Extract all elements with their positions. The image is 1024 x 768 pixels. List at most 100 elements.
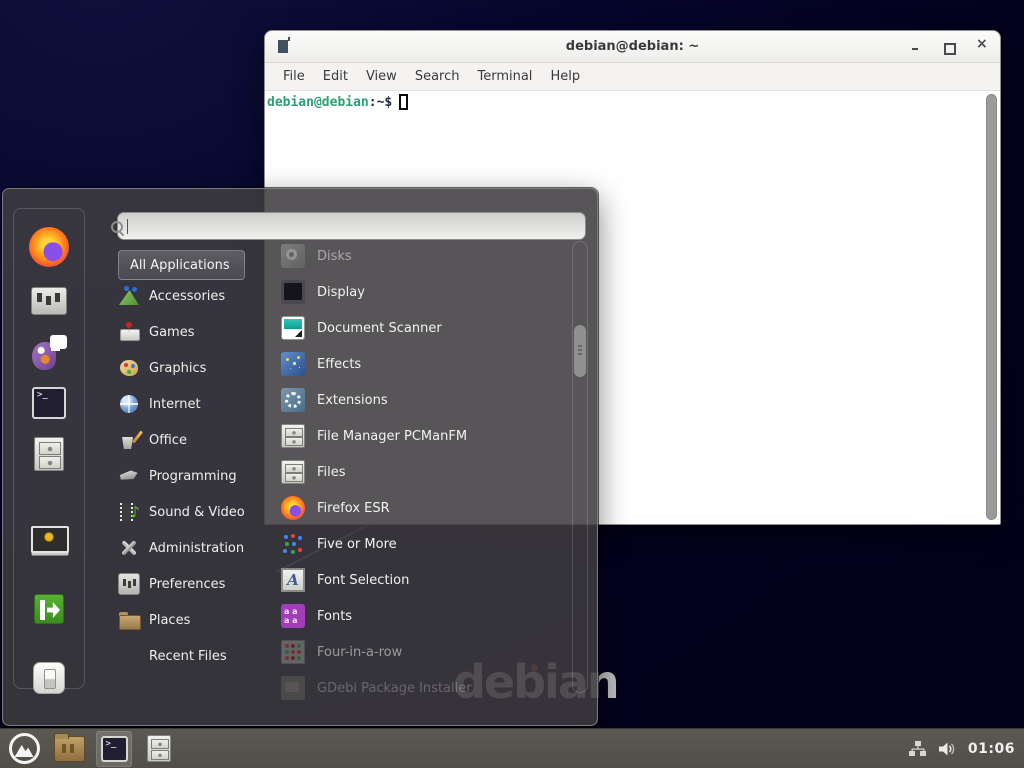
menu-scrollbar-thumb[interactable] <box>574 325 586 377</box>
taskbar-files[interactable] <box>141 731 177 767</box>
desktop: debian debian@debian: ~ File Edit View S… <box>0 0 1024 768</box>
cabinet-task-icon <box>147 735 171 762</box>
terminal-scrollbar[interactable] <box>985 94 998 520</box>
category-places[interactable]: Places <box>118 602 278 638</box>
favorites-column <box>13 208 85 689</box>
firefox-lg-icon <box>29 227 69 267</box>
terminal-task-icon <box>101 736 128 762</box>
search-input[interactable] <box>117 212 586 240</box>
shutdown-button[interactable] <box>33 661 65 695</box>
taskbar-file-manager[interactable] <box>51 731 87 767</box>
five-or-more-icon <box>281 532 305 556</box>
terminal-menu-item[interactable]: Help <box>541 69 589 84</box>
terminal-fav-icon <box>32 387 66 419</box>
logout-button[interactable] <box>34 592 64 626</box>
all-applications-button[interactable]: All Applications <box>118 250 245 280</box>
app-fonts[interactable]: Fonts <box>281 598 573 634</box>
category-games[interactable]: Games <box>118 314 278 350</box>
app-effects[interactable]: Effects <box>281 346 573 382</box>
app-files[interactable]: Files <box>281 454 573 490</box>
favorite-files[interactable] <box>34 437 64 471</box>
search-icon <box>110 220 125 235</box>
search-caret <box>127 219 128 234</box>
terminal-menu-item[interactable]: Search <box>406 69 469 84</box>
category-graphics[interactable]: Graphics <box>118 350 278 386</box>
terminal-menu-item[interactable]: File <box>274 69 314 84</box>
win-close-icon <box>976 42 986 52</box>
app-gdebi-package-installer[interactable]: GDebi Package Installer <box>281 670 573 706</box>
category-accessories[interactable]: Accessories <box>118 278 278 314</box>
category-programming[interactable]: Programming <box>118 458 278 494</box>
display-icon <box>281 280 305 304</box>
menu-button-icon <box>9 733 40 764</box>
menu-scrollbar[interactable] <box>572 241 588 693</box>
app-five-or-more[interactable]: Five or More <box>281 526 573 562</box>
win-maximize-icon <box>943 42 953 52</box>
extensions-icon <box>281 388 305 412</box>
favorite-terminal[interactable] <box>32 386 66 420</box>
taskbar-terminal[interactable] <box>96 731 132 767</box>
terminal-menu-item[interactable]: Terminal <box>468 69 541 84</box>
app-font-selection[interactable]: Font Selection <box>281 562 573 598</box>
terminal-menu-item[interactable]: View <box>357 69 406 84</box>
category-administration[interactable]: Administration <box>118 530 278 566</box>
start-menu: All Applications Accessories Games Graph… <box>2 188 598 726</box>
terminal-titlebar[interactable]: debian@debian: ~ <box>265 31 1000 63</box>
category-preferences[interactable]: Preferences <box>118 566 278 602</box>
category-office[interactable]: Office <box>118 422 278 458</box>
terminal-menu-item[interactable]: Edit <box>314 69 357 84</box>
all-applications-label: All Applications <box>130 258 230 273</box>
terminal-scrollbar-thumb[interactable] <box>986 94 997 520</box>
fonts-icon <box>281 604 305 628</box>
files-icon <box>281 460 305 484</box>
app-firefox-esr[interactable]: Firefox ESR <box>281 490 573 526</box>
cabinet-lg-icon <box>34 437 64 471</box>
sound-video-icon <box>118 501 140 523</box>
prompt-user-host: debian@debian <box>267 95 369 110</box>
firefox-icon <box>281 496 305 520</box>
shutdown-icon <box>33 662 65 694</box>
programming-icon <box>118 465 140 487</box>
maximize-button[interactable] <box>943 42 953 52</box>
font-selection-icon <box>281 568 305 592</box>
favorite-control-center[interactable] <box>31 284 67 318</box>
disks-icon <box>281 244 305 268</box>
lock-screen-icon <box>29 524 69 556</box>
app-file-manager-pcmanfm[interactable]: File Manager PCManFM <box>281 418 573 454</box>
terminal-cursor <box>399 94 408 110</box>
favorite-firefox[interactable] <box>29 227 69 267</box>
application-list: Disks Display Document Scanner Effects E… <box>281 238 573 706</box>
category-internet[interactable]: Internet <box>118 386 278 422</box>
category-sound-video[interactable]: Sound & Video <box>118 494 278 530</box>
games-icon <box>118 321 140 343</box>
terminal-menubar: File Edit View Search Terminal Help <box>265 63 1000 91</box>
clock[interactable]: 01:06 <box>968 741 1015 757</box>
app-disks[interactable]: Disks <box>281 238 573 274</box>
lock-screen-button[interactable] <box>29 523 69 557</box>
file-manager-icon <box>281 424 305 448</box>
administration-icon <box>118 537 140 559</box>
network-icon[interactable] <box>909 741 927 757</box>
app-display[interactable]: Display <box>281 274 573 310</box>
taskbar-menu-button[interactable] <box>6 731 42 767</box>
pidgin-icon <box>31 334 67 370</box>
logout-icon <box>34 594 64 624</box>
app-four-in-a-row[interactable]: Four-in-a-row <box>281 634 573 670</box>
category-recent-files[interactable]: Recent Files <box>118 638 278 674</box>
effects-icon <box>281 352 305 376</box>
app-extensions[interactable]: Extensions <box>281 382 573 418</box>
app-document-scanner[interactable]: Document Scanner <box>281 310 573 346</box>
gdebi-icon <box>281 676 305 700</box>
minimize-button[interactable] <box>910 42 920 52</box>
volume-icon[interactable] <box>938 741 957 757</box>
win-minimize-icon <box>910 42 920 52</box>
terminal-title: debian@debian: ~ <box>265 31 1000 63</box>
category-list: Accessories Games Graphics Internet Offi… <box>118 278 278 674</box>
accessories-icon <box>118 285 140 307</box>
favorite-pidgin[interactable] <box>31 335 67 369</box>
places-icon <box>118 609 140 631</box>
taskbar: 01:06 <box>0 728 1024 768</box>
system-tray: 01:06 <box>909 741 1024 757</box>
graphics-icon <box>118 357 140 379</box>
close-button[interactable] <box>976 42 986 52</box>
